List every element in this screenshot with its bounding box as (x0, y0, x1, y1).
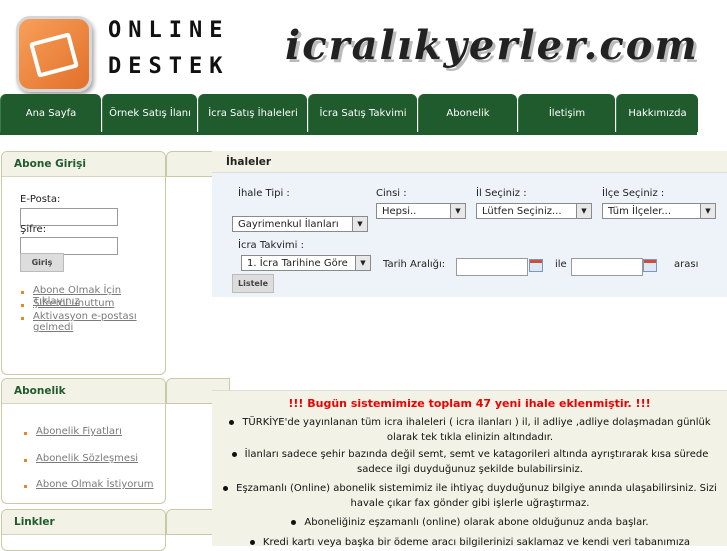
bullet-icon (24, 432, 27, 435)
links-box-title: Linkler (2, 510, 165, 535)
password-label: Şifre: (20, 224, 47, 235)
info-item-text: Kredi kartı veya başka bir ödeme aracı b… (262, 537, 691, 548)
city-label: İl Seçiniz : (476, 188, 527, 199)
info-item-text: Eşzamanlı (Online) abonelik sistemimiz i… (236, 483, 717, 509)
page-title: İhaleler (212, 151, 727, 173)
nav-ana-sayfa[interactable]: Ana Sayfa (0, 94, 101, 132)
email-label: E-Posta: (20, 194, 61, 205)
city-value: Lütfen Seçiniz... (482, 206, 562, 217)
info-item-text: TÜRKİYE'de yayınlanan tüm icra ihaleleri… (242, 417, 711, 443)
nav-hakkimizda[interactable]: Hakkımızda (616, 94, 698, 132)
logo[interactable] (14, 12, 92, 92)
chevron-down-icon: ▼ (355, 256, 370, 270)
bullet-icon (21, 291, 24, 294)
kind-select[interactable]: Hepsi.. ▼ (376, 203, 466, 219)
subscription-box: Abonelik Abonelik Fiyatları Abonelik Söz… (1, 378, 166, 504)
chevron-down-icon: ▼ (450, 204, 465, 218)
nav-abonelik[interactable]: Abonelik (418, 94, 517, 132)
subscription-prices-link[interactable]: Abonelik Fiyatları (36, 426, 122, 437)
bullet-icon (24, 459, 27, 462)
new-tenders-headline: !!! Bugün sistemimize toplam 47 yeni iha… (288, 397, 651, 410)
tender-type-select[interactable]: Gayrimenkul İlanları ▼ (232, 216, 368, 232)
date-end-field[interactable] (571, 258, 643, 276)
kind-value: Hepsi.. (382, 206, 417, 217)
calendar-select[interactable]: 1. İcra Tarihine Göre ▼ (241, 255, 371, 271)
calendar-icon[interactable] (529, 259, 543, 272)
announcement-panel: !!! Bugün sistemimize toplam 47 yeni iha… (212, 390, 727, 548)
info-item: TÜRKİYE'de yayınlanan tüm icra ihaleleri… (220, 415, 720, 445)
forgot-password-link[interactable]: Şifremi unuttum (33, 298, 114, 309)
subscribe-request-link[interactable]: Abone Olmak İstiyorum (36, 479, 154, 490)
nav-underline (0, 132, 697, 135)
megaphone-icon (16, 16, 92, 92)
bullet-icon (229, 419, 235, 425)
filter-panel: İhale Tipi : Cinsi : İl Seçiniz : İlçe S… (212, 173, 727, 297)
chevron-down-icon: ▼ (700, 204, 715, 218)
info-item: Kredi kartı veya başka bir ödeme aracı b… (220, 535, 720, 550)
nav-icra-satis-takvimi[interactable]: İcra Satış Takvimi (308, 94, 417, 132)
info-item: İlanları sadece şehir bazında değil semt… (220, 447, 720, 477)
info-item: Eşzamanlı (Online) abonelik sistemimiz i… (220, 481, 720, 511)
bullet-icon (223, 485, 229, 491)
list-button[interactable]: Listele (232, 274, 274, 293)
logo-line-online: ONLINE (108, 18, 230, 43)
site-title[interactable]: icralıkyerler.com (285, 22, 699, 69)
activation-email-link[interactable]: Aktivasyon e-postası gelmedi (33, 311, 165, 333)
info-item-text: Aboneliğiniz eşzamanlı (online) olarak a… (304, 517, 649, 528)
kind-label: Cinsi : (376, 188, 407, 199)
login-button[interactable]: Giriş (20, 253, 64, 272)
bullet-icon (291, 519, 297, 525)
login-box-title: Abone Girişi (2, 152, 165, 177)
logo-line-destek: DESTEK (108, 54, 230, 79)
main-nav: Ana Sayfa Örnek Satış İlanı İcra Satış İ… (0, 94, 727, 135)
bullet-icon (231, 451, 237, 457)
nav-ornek-satis-ilani[interactable]: Örnek Satış İlanı (102, 94, 197, 132)
subscription-agreement-link[interactable]: Abonelik Sözleşmesi (36, 453, 138, 464)
bullet-icon (24, 485, 27, 488)
date-range-label: Tarih Aralığı: (383, 259, 446, 270)
calendar-label: İcra Takvimi : (238, 240, 305, 251)
city-select[interactable]: Lütfen Seçiniz... ▼ (476, 203, 592, 219)
date-start-field[interactable] (456, 258, 528, 276)
district-label: İlçe Seçiniz : (602, 188, 665, 199)
login-box: Abone Girişi E-Posta: Şifre: Giriş Abone… (1, 151, 166, 375)
bullet-icon (249, 539, 255, 545)
chevron-down-icon: ▼ (576, 204, 591, 218)
district-select[interactable]: Tüm İlçeler... ▼ (602, 203, 716, 219)
calendar-value: 1. İcra Tarihine Göre (247, 258, 348, 269)
nav-iletisim[interactable]: İletişim (518, 94, 615, 132)
district-value: Tüm İlçeler... (608, 206, 672, 217)
info-item-text: İlanları sadece şehir bazında değil semt… (244, 449, 709, 475)
nav-icra-satis-ihaleleri[interactable]: İcra Satış İhaleleri (198, 94, 307, 132)
chevron-down-icon: ▼ (352, 217, 367, 231)
between-label: arası (674, 259, 699, 270)
info-item: Aboneliğiniz eşzamanlı (online) olarak a… (220, 515, 720, 530)
and-label: ile (555, 259, 567, 270)
calendar-icon[interactable] (643, 259, 657, 272)
bullet-icon (21, 304, 24, 307)
bullet-icon (21, 317, 24, 320)
tender-type-value: Gayrimenkul İlanları (238, 219, 339, 230)
subscription-box-title: Abonelik (2, 379, 165, 404)
tender-type-label: İhale Tipi : (238, 188, 290, 199)
